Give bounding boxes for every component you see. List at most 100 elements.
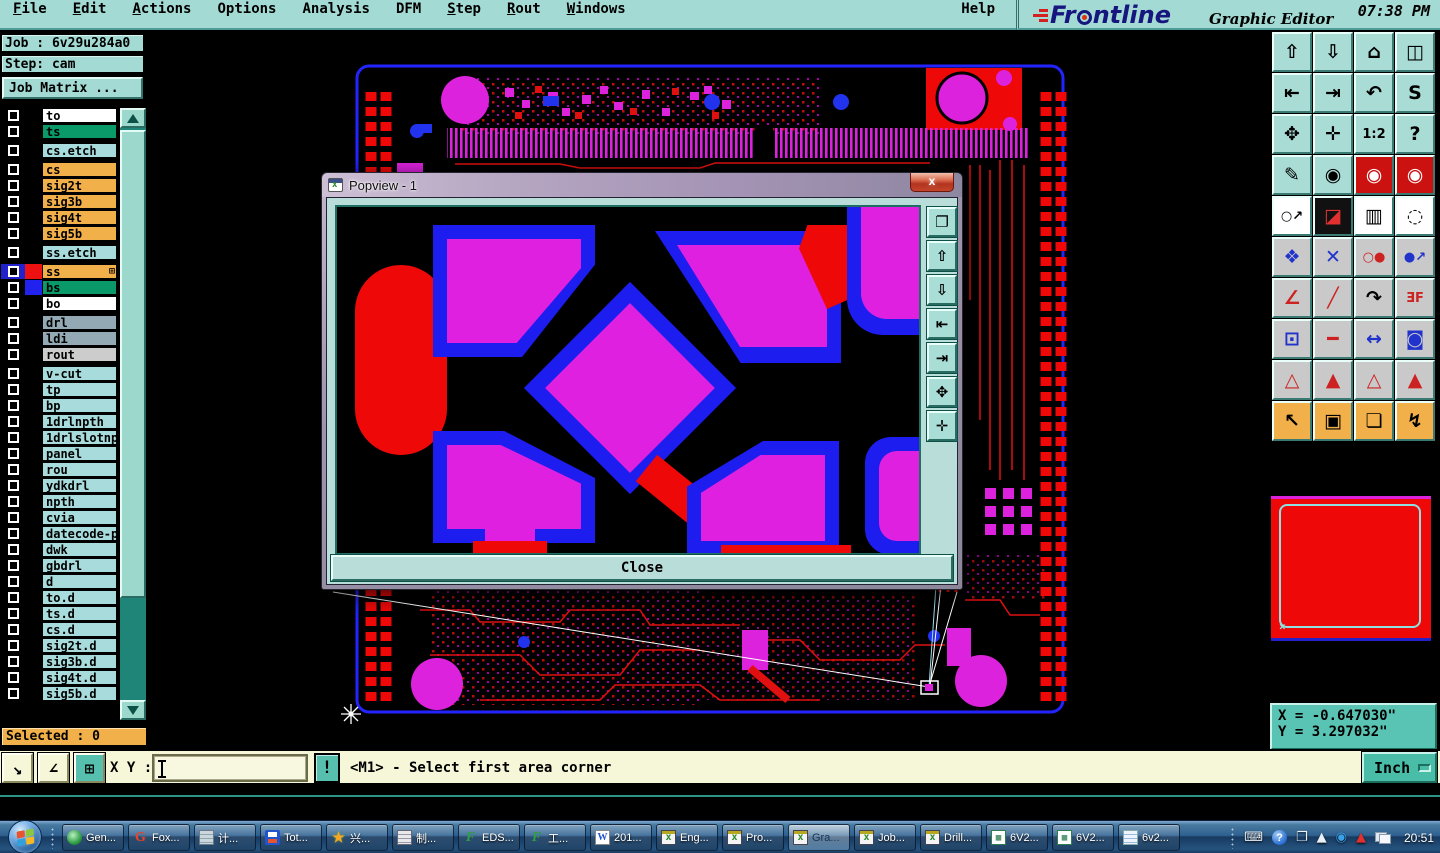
copy-move-button[interactable]: ○↗ (1272, 196, 1312, 236)
layer-color-swatch[interactable] (25, 686, 42, 701)
taskbar-item-[interactable]: ★ 兴... (326, 824, 388, 851)
layer-color-swatch[interactable] (25, 108, 42, 123)
scroll-down-button[interactable] (120, 700, 146, 720)
layer-row-rout[interactable]: rout (1, 347, 117, 362)
show-hidden-icons[interactable]: ▲ (1317, 830, 1327, 845)
menu-actions[interactable]: Actions (119, 0, 204, 18)
layer-color-swatch[interactable] (25, 398, 42, 413)
layer-color-swatch[interactable] (25, 210, 42, 225)
layer-row-sig3b.d[interactable]: sig3b.d (1, 654, 117, 669)
layer-row-sig4t[interactable]: sig4t (1, 210, 117, 225)
menu-edit[interactable]: Edit (60, 0, 120, 18)
layer-color-swatch[interactable] (25, 366, 42, 381)
select-pad-button[interactable]: ◌ (1395, 196, 1435, 236)
taskbar-item-pro[interactable]: x Pro... (722, 824, 784, 851)
height-probe-d-button[interactable]: ▲ (1395, 360, 1435, 400)
taskbar-item-[interactable]: F 工... (524, 824, 586, 851)
layer-color-swatch[interactable] (25, 331, 42, 346)
layer-row-ydkdrl[interactable]: ydkdrl (1, 478, 117, 493)
layer-color-swatch[interactable] (25, 430, 42, 445)
active-color-swatch[interactable]: × (1271, 496, 1431, 642)
layer-row-ts.d[interactable]: ts.d (1, 606, 117, 621)
menu-dfm[interactable]: DFM (383, 0, 434, 18)
layer-color-swatch[interactable] (25, 296, 42, 311)
zoom-center-button[interactable]: ✛ (1313, 114, 1353, 154)
mirror-text-button[interactable]: ƎF (1395, 278, 1435, 318)
xy-input[interactable] (152, 754, 308, 782)
start-button[interactable] (8, 820, 42, 853)
language-bar-icon[interactable]: ❐ (1296, 830, 1308, 845)
taskbar-item-gra[interactable]: x Gra... (788, 824, 850, 851)
layer-checkbox[interactable] (1, 331, 25, 346)
layer-checkbox[interactable] (1, 398, 25, 413)
layer-checkbox[interactable] (1, 366, 25, 381)
move-pad-button[interactable]: ●↗ (1395, 237, 1435, 277)
layer-color-swatch[interactable] (25, 638, 42, 653)
height-probe-b-button[interactable]: ▲ (1313, 360, 1353, 400)
taskbar-item-job[interactable]: x Job... (854, 824, 916, 851)
menu-windows[interactable]: Windows (554, 0, 639, 18)
scroll-thumb[interactable] (120, 130, 146, 598)
layer-color-swatch[interactable] (25, 178, 42, 193)
layer-checkbox[interactable] (1, 108, 25, 123)
layer-color-swatch[interactable] (25, 124, 42, 139)
layer-row-ldi[interactable]: ldi (1, 331, 117, 346)
copy-pad-button[interactable]: ⊡ (1272, 319, 1312, 359)
taskbar-item-drill[interactable]: x Drill... (920, 824, 982, 851)
layer-color-swatch[interactable] (25, 245, 42, 260)
pop-pan-up-button[interactable]: ⇧ (927, 241, 957, 271)
layer-checkbox[interactable] (1, 382, 25, 397)
taskbar-item-[interactable]: 制... (392, 824, 454, 851)
draw-tools-button[interactable]: ✎ (1272, 155, 1312, 195)
layer-color-swatch[interactable] (25, 606, 42, 621)
layer-row-sig5b[interactable]: sig5b (1, 226, 117, 241)
select-arrow-button[interactable]: ↖ (1272, 401, 1312, 441)
layer-row-v-cut[interactable]: v-cut (1, 366, 117, 381)
layer-color-swatch[interactable] (25, 347, 42, 362)
layer-row-cs[interactable]: cs (1, 162, 117, 177)
help-button[interactable]: ? (1395, 114, 1435, 154)
s-path-button[interactable]: S (1395, 73, 1435, 113)
angle-snap-button[interactable]: ∠ (38, 753, 69, 783)
layer-checkbox[interactable] (1, 143, 25, 158)
layer-checkbox[interactable] (1, 264, 25, 279)
height-probe-a-button[interactable]: △ (1272, 360, 1312, 400)
taskbar-item-6v2[interactable]: 6v2... (1118, 824, 1180, 851)
layer-checkbox[interactable] (1, 414, 25, 429)
layer-checkbox[interactable] (1, 574, 25, 589)
layer-checkbox[interactable] (1, 430, 25, 445)
measure-ruler-button[interactable]: ▥ (1354, 196, 1394, 236)
taskbar-item-eds[interactable]: F EDS... (458, 824, 520, 851)
pop-zoom-fit-button[interactable]: ✥ (927, 377, 957, 407)
layer-color-swatch[interactable] (25, 558, 42, 573)
layer-checkbox[interactable] (1, 446, 25, 461)
menu-file[interactable]: File (0, 0, 60, 18)
taskbar-item-6v2[interactable]: ▦ 6V2... (1052, 824, 1114, 851)
layer-color-swatch[interactable] (25, 462, 42, 477)
layer-checkbox[interactable] (1, 315, 25, 330)
alert-button[interactable]: ! (314, 753, 340, 783)
home-view-button[interactable]: ⌂ (1354, 32, 1394, 72)
layer-color-swatch[interactable] (25, 542, 42, 557)
layer-checkbox[interactable] (1, 638, 25, 653)
layer-checkbox[interactable] (1, 245, 25, 260)
layer-row-dwk[interactable]: dwk (1, 542, 117, 557)
popview-close-x-button[interactable]: x (910, 173, 954, 192)
scroll-up-button[interactable] (120, 108, 146, 128)
layer-color-swatch[interactable] (25, 478, 42, 493)
layer-color-swatch[interactable] (25, 315, 42, 330)
layer-checkbox[interactable] (1, 478, 25, 493)
line-measure-button[interactable]: ╱ (1313, 278, 1353, 318)
layer-color-swatch[interactable] (25, 654, 42, 669)
layer-row-drl[interactable]: drl (1, 315, 117, 330)
layer-checkbox[interactable] (1, 510, 25, 525)
pop-pan-right-button[interactable]: ⇥ (927, 343, 957, 373)
layer-row-bo[interactable]: bo (1, 296, 117, 311)
taskbar-clock[interactable]: 20:51 (1404, 831, 1434, 845)
layer-color-swatch[interactable] (25, 622, 42, 637)
zoom-mode-button[interactable]: ↘ (2, 753, 33, 783)
layer-row-cvia[interactable]: cvia (1, 510, 117, 525)
grid-toggle-button[interactable]: ⊞ (74, 753, 105, 783)
layer-row-sig2t.d[interactable]: sig2t.d (1, 638, 117, 653)
layer-color-swatch[interactable] (25, 162, 42, 177)
